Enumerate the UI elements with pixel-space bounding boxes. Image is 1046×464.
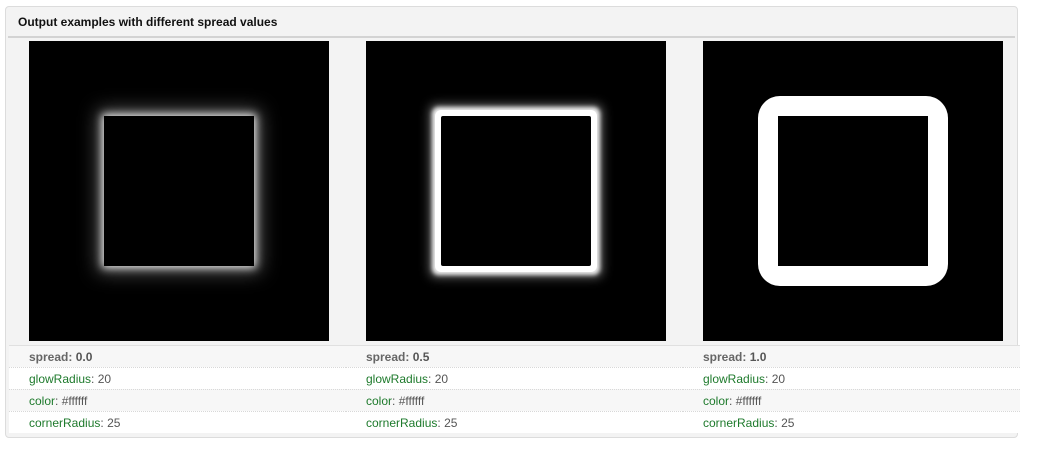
property-key: color [703, 394, 730, 408]
property-value: 1.0 [749, 350, 767, 364]
property-value: 20 [434, 372, 449, 386]
title-divider [8, 36, 1015, 38]
property-glowradius: glowRadius: 20 [683, 367, 1020, 389]
preview-image-spread-0 [29, 41, 329, 341]
example-spread-0: spread: 0.0 glowRadius: 20 color: #fffff… [9, 41, 346, 439]
glow-square [104, 116, 254, 266]
property-key: spread: [29, 350, 73, 364]
property-cornerradius: cornerRadius: 25 [346, 411, 683, 433]
property-glowradius: glowRadius: 20 [9, 367, 346, 389]
preview-image-spread-1-0 [703, 41, 1003, 341]
properties-list: spread: 0.0 glowRadius: 20 color: #fffff… [9, 345, 346, 433]
property-key: glowRadius [29, 372, 92, 386]
example-spread-1-0: spread: 1.0 glowRadius: 20 color: #fffff… [683, 41, 1020, 439]
panel-title: Output examples with different spread va… [18, 15, 278, 29]
property-value: 0.5 [412, 350, 430, 364]
property-spread: spread: 0.0 [9, 345, 346, 367]
properties-list: spread: 0.5 glowRadius: 20 color: #fffff… [346, 345, 683, 433]
property-key: cornerRadius [703, 416, 775, 430]
property-glowradius: glowRadius: 20 [346, 367, 683, 389]
property-value: 0.0 [75, 350, 93, 364]
property-color: color: #ffffff [346, 389, 683, 411]
property-value: #ffffff [61, 394, 88, 408]
property-key: cornerRadius [29, 416, 101, 430]
property-spread: spread: 0.5 [346, 345, 683, 367]
property-value: #ffffff [735, 394, 762, 408]
property-key: glowRadius [703, 372, 766, 386]
property-key: color [29, 394, 56, 408]
property-key: glowRadius [366, 372, 429, 386]
property-key: spread: [703, 350, 747, 364]
glow-square [778, 116, 928, 266]
property-cornerradius: cornerRadius: 25 [9, 411, 346, 433]
property-value: #ffffff [398, 394, 425, 408]
example-spread-0-5: spread: 0.5 glowRadius: 20 color: #fffff… [346, 41, 683, 439]
property-value: 20 [771, 372, 786, 386]
property-value: 25 [781, 416, 795, 430]
property-color: color: #ffffff [683, 389, 1020, 411]
property-value: 25 [444, 416, 458, 430]
preview-image-spread-0-5 [366, 41, 666, 341]
property-value: 25 [107, 416, 121, 430]
properties-list: spread: 1.0 glowRadius: 20 color: #fffff… [683, 345, 1020, 433]
property-key: color [366, 394, 393, 408]
property-cornerradius: cornerRadius: 25 [683, 411, 1020, 433]
examples-panel: Output examples with different spread va… [5, 6, 1020, 439]
property-spread: spread: 1.0 [683, 345, 1020, 367]
property-value: 20 [97, 372, 112, 386]
property-key: cornerRadius [366, 416, 438, 430]
glow-square [441, 116, 591, 266]
property-color: color: #ffffff [9, 389, 346, 411]
property-key: spread: [366, 350, 410, 364]
